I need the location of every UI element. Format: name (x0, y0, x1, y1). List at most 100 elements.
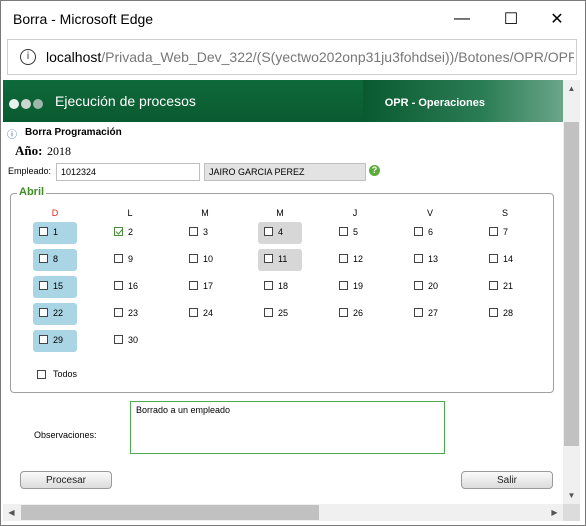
weekday-header: L (127, 208, 133, 218)
day-checkbox[interactable] (39, 254, 48, 263)
header-banner: Ejecución de procesos OPR - Operaciones (3, 80, 563, 122)
day-number: 25 (278, 308, 289, 318)
minimize-button[interactable]: — (448, 7, 476, 31)
day-cell[interactable]: 24 (183, 303, 227, 325)
weekday-header: S (501, 208, 508, 218)
day-cell[interactable]: 5 (333, 222, 377, 244)
day-cell[interactable]: 8 (33, 249, 77, 271)
address-bar[interactable]: i localhost/Privada_Web_Dev_322/(S(yectw… (7, 39, 577, 75)
day-checkbox[interactable] (189, 254, 198, 263)
day-cell[interactable]: 3 (183, 222, 227, 244)
employee-id-input[interactable]: 1012324 (56, 163, 200, 181)
day-checkbox[interactable] (114, 254, 123, 263)
day-cell[interactable]: 28 (483, 303, 527, 325)
day-checkbox[interactable] (114, 335, 123, 344)
day-cell[interactable]: 21 (483, 276, 527, 298)
day-checkbox[interactable] (264, 227, 273, 236)
scroll-right-icon[interactable]: ▶ (546, 504, 563, 521)
day-cell[interactable]: 18 (258, 276, 302, 298)
day-cell[interactable]: 13 (408, 249, 452, 271)
day-checkbox[interactable] (114, 308, 123, 317)
page-content: Ejecución de procesos OPR - Operaciones … (3, 80, 563, 504)
day-cell[interactable]: 27 (408, 303, 452, 325)
weekday-header: V (426, 208, 433, 218)
day-cell[interactable]: 15 (33, 276, 77, 298)
day-checkbox[interactable] (339, 281, 348, 290)
day-number: 23 (128, 308, 139, 318)
day-cell[interactable]: 9 (108, 249, 152, 271)
day-cell[interactable]: 16 (108, 276, 152, 298)
close-button[interactable]: ✕ (543, 7, 571, 31)
day-number: 26 (353, 308, 364, 318)
horizontal-scroll-thumb[interactable] (21, 505, 319, 520)
weekday-header: M (276, 208, 284, 218)
horizontal-scrollbar[interactable]: ◀ ▶ (3, 504, 563, 521)
day-checkbox[interactable] (489, 281, 498, 290)
select-all-checkbox[interactable] (37, 370, 46, 379)
day-cell[interactable]: 4 (258, 222, 302, 244)
day-checkbox[interactable] (339, 254, 348, 263)
day-cell[interactable]: 23 (108, 303, 152, 325)
exit-button[interactable]: Salir (461, 471, 553, 489)
scroll-left-icon[interactable]: ◀ (3, 504, 20, 521)
day-number: 8 (53, 254, 59, 264)
scroll-down-icon[interactable]: ▼ (563, 487, 580, 504)
day-cell[interactable]: 1 (33, 222, 77, 244)
weekday-header: J (352, 208, 358, 218)
day-cell[interactable]: 10 (183, 249, 227, 271)
day-checkbox[interactable] (489, 254, 498, 263)
process-button[interactable]: Procesar (20, 471, 112, 489)
day-cell[interactable]: 22 (33, 303, 77, 325)
day-checkbox[interactable] (189, 281, 198, 290)
day-checkbox[interactable] (264, 254, 273, 263)
day-checkbox[interactable] (489, 227, 498, 236)
day-cell[interactable]: 12 (333, 249, 377, 271)
help-icon[interactable]: ? (369, 165, 380, 176)
day-checkbox[interactable] (189, 308, 198, 317)
day-number: 18 (278, 281, 289, 291)
day-checkbox[interactable] (264, 281, 273, 290)
day-cell[interactable]: 19 (333, 276, 377, 298)
day-checkbox[interactable] (339, 308, 348, 317)
day-number: 21 (503, 281, 514, 291)
day-checkbox[interactable] (414, 254, 423, 263)
day-cell[interactable]: 17 (183, 276, 227, 298)
day-cell[interactable]: 7 (483, 222, 527, 244)
day-checkbox[interactable] (414, 308, 423, 317)
window-title: Borra - Microsoft Edge (13, 11, 154, 27)
day-checkbox-checked[interactable] (114, 227, 123, 236)
section-info-icon: ⓘ (7, 130, 17, 141)
day-number: 12 (353, 254, 364, 264)
year-value: 2018 (47, 144, 71, 158)
day-checkbox[interactable] (264, 308, 273, 317)
day-cell[interactable]: 20 (408, 276, 452, 298)
day-cell[interactable]: 25 (258, 303, 302, 325)
day-checkbox[interactable] (189, 227, 198, 236)
day-cell[interactable]: 26 (333, 303, 377, 325)
vertical-scroll-thumb[interactable] (564, 122, 579, 446)
day-checkbox[interactable] (39, 227, 48, 236)
day-checkbox[interactable] (39, 281, 48, 290)
url-text[interactable]: localhost/Privada_Web_Dev_322/(S(yectwo2… (46, 49, 574, 65)
day-checkbox[interactable] (114, 281, 123, 290)
vertical-scrollbar[interactable]: ▲ ▼ (563, 80, 580, 504)
day-cell[interactable]: 11 (258, 249, 302, 271)
day-cell[interactable]: 14 (483, 249, 527, 271)
day-cell[interactable]: 6 (408, 222, 452, 244)
day-checkbox[interactable] (414, 227, 423, 236)
scroll-up-icon[interactable]: ▲ (563, 80, 580, 97)
dots-logo-icon (9, 96, 45, 114)
day-checkbox[interactable] (339, 227, 348, 236)
day-checkbox[interactable] (39, 335, 48, 344)
employee-name-field: JAIRO GARCIA PEREZ (204, 163, 366, 181)
day-checkbox[interactable] (489, 308, 498, 317)
maximize-button[interactable]: ☐ (497, 7, 525, 31)
observations-textarea[interactable]: Borrado a un empleado (130, 401, 445, 454)
day-cell[interactable]: 30 (108, 330, 152, 352)
day-checkbox[interactable] (414, 281, 423, 290)
day-checkbox[interactable] (39, 308, 48, 317)
day-cell[interactable]: 29 (33, 330, 77, 352)
info-icon[interactable]: i (20, 49, 36, 65)
day-cell[interactable]: 2 (108, 222, 152, 244)
day-number: 20 (428, 281, 439, 291)
